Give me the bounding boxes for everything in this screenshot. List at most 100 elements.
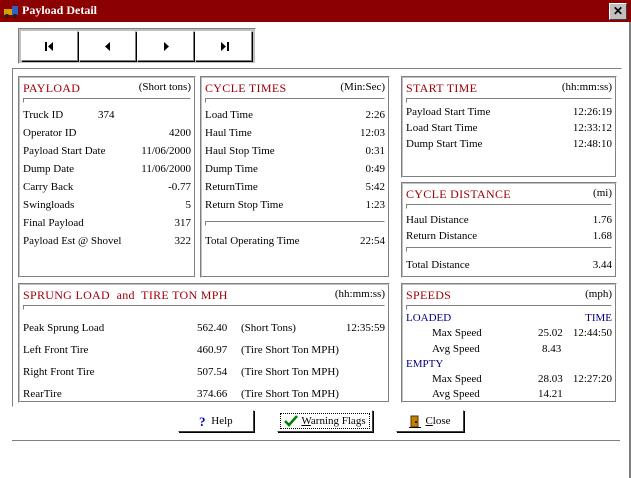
row-time: 12:35:59 (345, 322, 385, 334)
row-label: Dump Start Time (406, 138, 483, 150)
time-label: TIME (585, 312, 612, 324)
row-label: Dump Date (23, 163, 75, 175)
cycle-times-panel: CYCLE TIMES (Min:Sec) Load Time 2:26 Haul … (200, 76, 390, 278)
speeds-panel: SPEEDS (mph) LOADED TIME Max Speed 25.02 … (401, 283, 617, 403)
row-value: 4200 (169, 127, 191, 139)
speeds-unit: (mph) (585, 288, 612, 300)
first-icon (44, 41, 53, 51)
row-value: 322 (174, 235, 192, 247)
row-value: 0:49 (365, 163, 385, 175)
row-label: Operator ID (23, 127, 77, 139)
close-window-button[interactable]: ✕ (609, 3, 627, 20)
payload-row: Dump Date 11/06/2000 (23, 163, 191, 177)
window-title: Payload Detail (22, 3, 97, 17)
row-label: Payload Est @ Shovel (23, 235, 122, 247)
row-label: Right Front Tire (23, 366, 95, 378)
row-label: Peak Sprung Load (23, 322, 105, 334)
total-value: 3.44 (592, 259, 612, 271)
distance-row: Return Distance 1.68 (406, 230, 612, 244)
warning-flags-button[interactable]: Warning Flags (277, 410, 373, 432)
cycle-times-header: CYCLE TIMES (205, 81, 287, 95)
row-value: 12:48:10 (572, 138, 612, 150)
help-label: Help (211, 415, 233, 427)
row-label: Payload Start Date (23, 145, 106, 157)
payload-header: PAYLOAD (23, 81, 81, 95)
row-value: 28.03 (538, 373, 563, 385)
cycle-row: Haul Stop Time 0:31 (205, 145, 385, 159)
svg-text:?: ? (199, 415, 206, 428)
record-navigator (18, 28, 256, 64)
row-label: Haul Distance (406, 214, 469, 226)
row-unit: (Tire Short Ton MPH) (241, 366, 339, 378)
row-value: 2:26 (365, 109, 385, 121)
sprung-load-unit: (hh:mm:ss) (334, 288, 385, 300)
empty-avg-row: Avg Speed 14.21 (406, 388, 612, 402)
row-value: 1.68 (592, 230, 612, 242)
payload-panel: PAYLOAD (Short tons) Truck ID 374 Operato… (18, 76, 196, 278)
app-icon (4, 6, 18, 18)
loaded-max-row: Max Speed 25.02 12:44:50 (406, 327, 612, 341)
cycle-row: Load Time 2:26 (205, 109, 385, 123)
start-time-row: Payload Start Time 12:26:19 (406, 106, 612, 120)
cycle-distance-panel: CYCLE DISTANCE (mi) Haul Distance 1.76 Ret… (401, 182, 617, 278)
row-value: 25.02 (538, 327, 563, 339)
door-exit-icon (409, 415, 422, 428)
row-value: 5 (185, 199, 192, 211)
payload-row: Payload Start Date 11/06/2000 (23, 145, 191, 159)
row-value: 14.21 (538, 388, 563, 400)
row-value: -0.77 (168, 181, 191, 193)
row-label: Max Speed (432, 327, 482, 339)
start-time-header: START TIME (406, 81, 478, 95)
next-record-button[interactable] (137, 31, 194, 61)
last-icon (220, 41, 229, 51)
empty-heading-row: EMPTY (406, 358, 612, 372)
row-label: Swingloads (23, 199, 75, 211)
total-operating-time-row: Total Operating Time 22:54 (205, 235, 385, 249)
row-unit: (Short Tons) (241, 322, 296, 334)
row-label: Left Front Tire (23, 344, 89, 356)
row-value: 317 (174, 217, 192, 229)
row-time: 12:44:50 (572, 327, 612, 339)
sprung-row: Left Front Tire 460.97 (Tire Short Ton M… (23, 344, 385, 358)
row-value: 5:42 (365, 181, 385, 193)
first-record-button[interactable] (21, 31, 78, 61)
total-label: Total Distance (406, 259, 470, 271)
bottom-divider (12, 440, 620, 442)
row-label: Max Speed (432, 373, 482, 385)
row-unit: (Tire Short Ton MPH) (241, 344, 339, 356)
row-label: Haul Time (205, 127, 252, 139)
last-record-button[interactable] (195, 31, 252, 61)
row-value: 1:23 (365, 199, 385, 211)
total-label: Total Operating Time (205, 235, 300, 247)
loaded-avg-row: Avg Speed 8.43 (406, 343, 612, 357)
loaded-label: LOADED (406, 312, 452, 324)
cycle-row: Dump Time 0:49 (205, 163, 385, 177)
row-label: Return Distance (406, 230, 478, 242)
empty-max-row: Max Speed 28.03 12:27:20 (406, 373, 612, 387)
title-bar[interactable]: Payload Detail ✕ (0, 0, 631, 22)
question-mark-icon: ? (199, 415, 206, 428)
row-label: Avg Speed (432, 343, 480, 355)
row-value: 1.76 (592, 214, 612, 226)
loaded-heading-row: LOADED TIME (406, 312, 612, 326)
cycle-row: Haul Time 12:03 (205, 127, 385, 141)
previous-record-button[interactable] (79, 31, 136, 61)
row-value: 12:33:12 (572, 122, 612, 134)
cycle-row: ReturnTime 5:42 (205, 181, 385, 195)
row-label: Load Start Time (406, 122, 478, 134)
help-button[interactable]: ? Help (178, 410, 254, 432)
close-button[interactable]: Close (396, 410, 464, 432)
payload-row: Swingloads 5 (23, 199, 191, 213)
payload-detail-window: Payload Detail ✕ PAYLOAD (Short tons) Tr… (0, 0, 631, 478)
checkmark-icon (284, 415, 299, 427)
row-label: ReturnTime (205, 181, 258, 193)
payload-unit: (Short tons) (138, 81, 191, 93)
row-label: Payload Start Time (406, 106, 491, 118)
row-value: 0:31 (365, 145, 385, 157)
row-label: Final Payload (23, 217, 84, 229)
warning-flags-rest: arning Flags (310, 415, 366, 427)
row-time: 12:27:20 (572, 373, 612, 385)
distance-row: Haul Distance 1.76 (406, 214, 612, 228)
truck-id-label: Truck ID (23, 109, 64, 121)
close-rest: lose (432, 415, 451, 427)
